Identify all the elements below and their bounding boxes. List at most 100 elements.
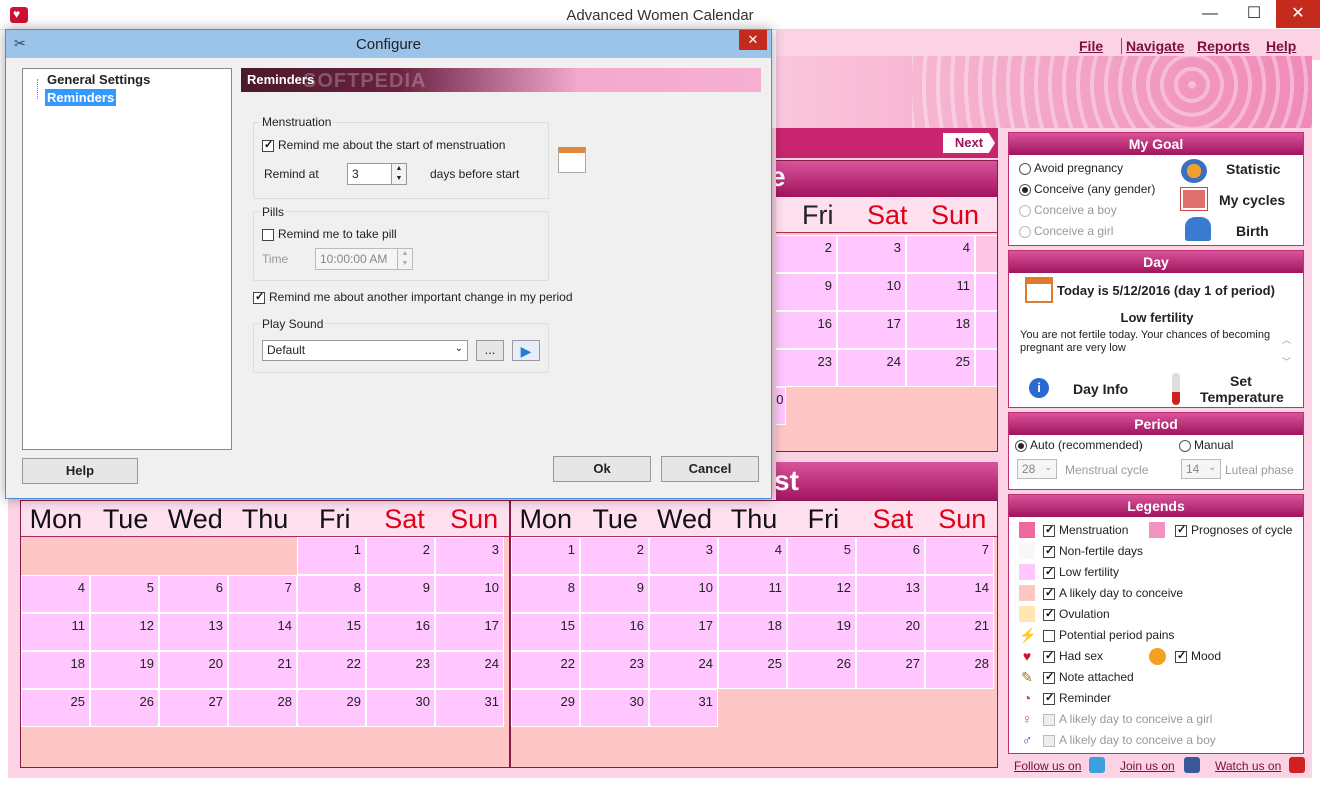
day-cell[interactable]: 5 xyxy=(90,575,159,613)
day-cell[interactable]: 27 xyxy=(159,689,228,727)
day-cell[interactable]: 2 xyxy=(776,235,837,273)
goal-conceive-any-option[interactable]: Conceive (any gender) xyxy=(1019,182,1155,196)
menu-file[interactable]: File xyxy=(1079,38,1103,54)
legend-mood[interactable]: Mood xyxy=(1175,649,1221,663)
day-cell[interactable]: 15 xyxy=(511,613,580,651)
day-cell[interactable]: 7 xyxy=(228,575,297,613)
day-cell[interactable]: 10 xyxy=(649,575,718,613)
day-cell[interactable]: 4 xyxy=(906,235,975,273)
day-cell[interactable]: 7 xyxy=(925,537,994,575)
day-cell[interactable]: 9 xyxy=(776,273,837,311)
legend-item[interactable]: Note attached xyxy=(1043,670,1134,684)
day-cell[interactable]: 21 xyxy=(228,651,297,689)
day-cell[interactable]: 17 xyxy=(837,311,906,349)
time-spinner[interactable]: ▲ ▼ xyxy=(397,248,413,270)
close-button[interactable]: ✕ xyxy=(1276,0,1320,28)
menstrual-cycle-select[interactable]: 28 ⌄ xyxy=(1017,459,1057,479)
day-cell[interactable]: 19 xyxy=(90,651,159,689)
day-cell[interactable]: 4 xyxy=(21,575,90,613)
day-cell[interactable]: 3 xyxy=(649,537,718,575)
menu-navigate[interactable]: Navigate xyxy=(1121,38,1184,54)
day-cell[interactable]: 20 xyxy=(159,651,228,689)
legend-item[interactable]: A likely day to conceive a boy xyxy=(1043,733,1216,747)
remind-change-checkbox[interactable]: Remind me about another important change… xyxy=(253,290,573,304)
day-cell[interactable]: 29 xyxy=(511,689,580,727)
play-sound-button[interactable]: ▶ xyxy=(512,340,540,361)
day-cell[interactable]: 14 xyxy=(925,575,994,613)
join-us-link[interactable]: Join us on xyxy=(1120,759,1175,773)
legend-item[interactable]: Reminder xyxy=(1043,691,1111,705)
day-cell[interactable]: 6 xyxy=(856,537,925,575)
day-cell[interactable]: 13 xyxy=(159,613,228,651)
day-cell[interactable]: 23 xyxy=(366,651,435,689)
day-cell[interactable]: 30 xyxy=(776,387,786,425)
luteal-phase-select[interactable]: 14 ⌄ xyxy=(1181,459,1221,479)
day-cell[interactable]: 26 xyxy=(90,689,159,727)
next-month-button[interactable]: Next xyxy=(943,133,995,153)
day-cell[interactable]: 12 xyxy=(90,613,159,651)
legend-item[interactable]: Non-fertile days xyxy=(1043,544,1143,558)
days-before-input[interactable]: 3 xyxy=(347,163,393,185)
day-cell[interactable]: 30 xyxy=(580,689,649,727)
day-cell[interactable]: 25 xyxy=(906,349,975,387)
tree-item-general-settings[interactable]: General Settings xyxy=(45,71,152,88)
day-cell[interactable]: 3 xyxy=(435,537,504,575)
day-cell[interactable]: 4 xyxy=(718,537,787,575)
my-cycles-link[interactable]: My cycles xyxy=(1219,192,1285,208)
day-cell[interactable]: 18 xyxy=(906,311,975,349)
pill-time-input[interactable]: 10:00:00 AM xyxy=(315,248,399,270)
menu-help[interactable]: Help xyxy=(1266,38,1296,54)
remind-menstruation-checkbox[interactable]: Remind me about the start of menstruatio… xyxy=(262,138,505,152)
days-spinner[interactable]: ▲ ▼ xyxy=(391,163,407,185)
day-cell[interactable]: 15 xyxy=(297,613,366,651)
day-cell[interactable]: 3 xyxy=(837,235,906,273)
day-cell[interactable]: 16 xyxy=(776,311,837,349)
day-cell[interactable]: 16 xyxy=(580,613,649,651)
day-cell[interactable]: 25 xyxy=(21,689,90,727)
day-cell[interactable]: 19 xyxy=(787,613,856,651)
day-cell[interactable]: 1 xyxy=(511,537,580,575)
set-temperature-label-2[interactable]: Temperature xyxy=(1200,389,1284,405)
goal-conceive-boy-option[interactable]: Conceive a boy xyxy=(1019,203,1117,217)
day-cell[interactable]: 17 xyxy=(649,613,718,651)
day-cell[interactable]: 31 xyxy=(649,689,718,727)
day-cell[interactable]: 29 xyxy=(297,689,366,727)
day-cell[interactable]: 2 xyxy=(580,537,649,575)
day-cell[interactable]: 28 xyxy=(925,651,994,689)
legend-item[interactable]: Ovulation xyxy=(1043,607,1110,621)
maximize-button[interactable]: ☐ xyxy=(1232,0,1276,28)
day-cell[interactable]: 6 xyxy=(159,575,228,613)
watch-us-link[interactable]: Watch us on xyxy=(1215,759,1281,773)
day-info-button[interactable]: Day Info xyxy=(1073,381,1128,397)
day-cell[interactable]: 13 xyxy=(856,575,925,613)
scroll-down-icon[interactable]: ﹀ xyxy=(1282,355,1291,368)
day-cell[interactable]: 26 xyxy=(787,651,856,689)
period-auto-option[interactable]: Auto (recommended) xyxy=(1015,438,1143,452)
legend-item[interactable]: A likely day to conceive a girl xyxy=(1043,712,1212,726)
day-cell[interactable]: 27 xyxy=(856,651,925,689)
day-cell[interactable]: 2 xyxy=(366,537,435,575)
day-cell[interactable]: 17 xyxy=(435,613,504,651)
day-cell[interactable]: 9 xyxy=(366,575,435,613)
day-cell[interactable]: 9 xyxy=(580,575,649,613)
scroll-up-icon[interactable]: ︿ xyxy=(1282,333,1291,346)
day-cell[interactable]: 23 xyxy=(776,349,837,387)
day-cell[interactable]: 11 xyxy=(718,575,787,613)
legend-prognoses[interactable]: Prognoses of cycle xyxy=(1175,523,1292,537)
set-temperature-label[interactable]: Set xyxy=(1230,373,1252,389)
day-cell[interactable]: 1 xyxy=(297,537,366,575)
day-cell[interactable]: 30 xyxy=(366,689,435,727)
day-cell[interactable]: 16 xyxy=(366,613,435,651)
ok-button[interactable]: Ok xyxy=(553,456,651,482)
dialog-close-button[interactable]: ✕ xyxy=(739,30,767,50)
facebook-icon[interactable] xyxy=(1184,757,1200,773)
twitter-icon[interactable] xyxy=(1089,757,1105,773)
day-cell[interactable]: 26 xyxy=(975,349,997,387)
youtube-icon[interactable] xyxy=(1289,757,1305,773)
day-cell[interactable]: 14 xyxy=(228,613,297,651)
day-cell[interactable]: 8 xyxy=(511,575,580,613)
day-cell[interactable]: 20 xyxy=(856,613,925,651)
day-cell[interactable]: 19 xyxy=(975,311,997,349)
help-button[interactable]: Help xyxy=(22,458,138,484)
day-cell[interactable]: 5 xyxy=(975,235,997,273)
